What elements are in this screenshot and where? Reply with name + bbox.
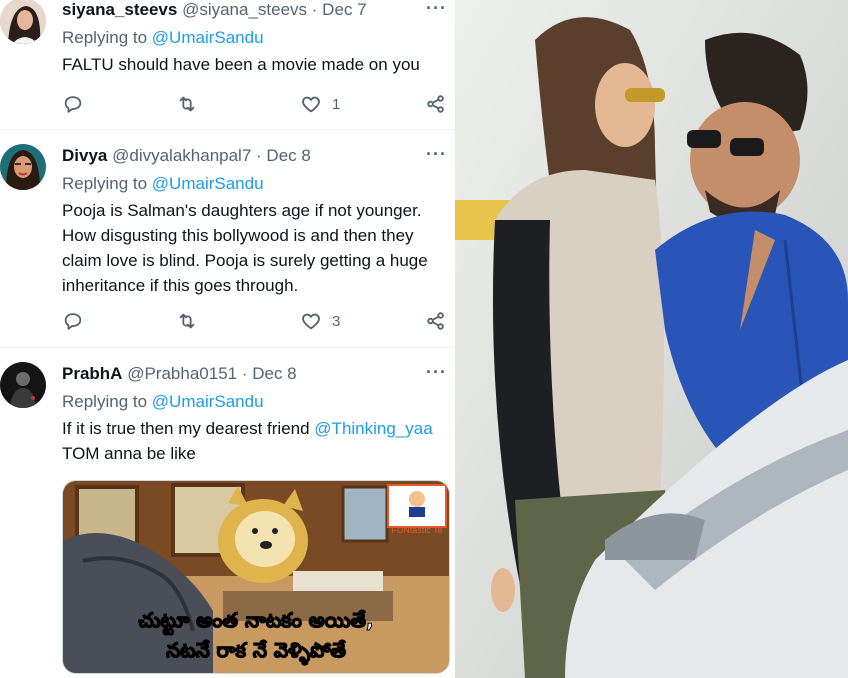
avatar[interactable] — [0, 362, 46, 408]
author-name[interactable]: siyana_steevs — [62, 0, 177, 19]
author-handle[interactable]: @siyana_steevs — [182, 0, 307, 19]
tweet-actions: 3 — [62, 309, 447, 333]
tweet-date[interactable]: · Dec 8 — [242, 364, 297, 383]
mention-link[interactable]: @Thinking_yaa — [314, 419, 432, 438]
tweet-text-line: How disgusting this bollywood is and the… — [62, 226, 414, 245]
tweet-text-line: TOM anna be like — [62, 444, 196, 463]
meme-caption-line1: చుట్టూ అంత నాటకం అయితే, — [138, 608, 373, 636]
avatar[interactable] — [0, 144, 46, 190]
avatar[interactable] — [0, 0, 46, 44]
tweet-divya[interactable]: Divya @divyalakhanpal7 · Dec 8 ··· Reply… — [0, 144, 455, 346]
tweet-text-line: claim love is blind. Pooja is surely get… — [62, 251, 428, 270]
tweet-date[interactable]: · Dec 8 — [256, 146, 311, 165]
replying-label: Replying to — [62, 392, 148, 411]
retweet-icon — [179, 96, 195, 112]
author-handle[interactable]: @divyalakhanpal7 — [112, 146, 251, 165]
share-button[interactable] — [425, 309, 447, 333]
reply-icon — [64, 96, 82, 113]
author-name[interactable]: Divya — [62, 146, 107, 165]
tweet-text: If it is true then my dearest friend @Th… — [62, 416, 447, 466]
reply-icon — [64, 313, 82, 330]
tweet-date[interactable]: · Dec 7 — [312, 0, 367, 19]
replying-to-link[interactable]: @UmairSandu — [152, 28, 264, 47]
more-options-icon[interactable]: ··· — [426, 362, 447, 383]
paparazzi-photo — [455, 0, 848, 678]
reply-button[interactable] — [62, 309, 84, 333]
meme-badge: FUNtastic Te — [391, 525, 442, 535]
tweet-text-line: Pooja is Salman's daughters age if not y… — [62, 201, 422, 220]
divider — [0, 129, 455, 130]
share-icon — [427, 312, 444, 330]
more-options-icon[interactable]: ··· — [426, 0, 447, 19]
like-count: 3 — [332, 312, 341, 330]
replying-to-link[interactable]: @UmairSandu — [152, 392, 264, 411]
tweet-text: Pooja is Salman's daughters age if not y… — [62, 198, 447, 298]
tweet-siyana[interactable]: siyana_steevs @siyana_steevs · Dec 7 ···… — [0, 0, 455, 125]
replying-label: Replying to — [62, 174, 148, 193]
tweet-actions: 1 — [62, 92, 447, 116]
replying-label: Replying to — [62, 28, 148, 47]
tweet-text-line: inheritance if this goes through. — [62, 276, 299, 295]
share-icon — [427, 95, 444, 113]
retweet-button[interactable] — [176, 92, 198, 116]
like-count: 1 — [332, 95, 341, 113]
share-button[interactable] — [425, 92, 447, 116]
photo-illustration — [455, 0, 848, 678]
author-name[interactable]: PrabhA — [62, 364, 122, 383]
reply-feed: siyana_steevs @siyana_steevs · Dec 7 ···… — [0, 0, 455, 678]
author-handle[interactable]: @Prabha0151 — [127, 364, 237, 383]
like-button[interactable]: 3 — [300, 309, 340, 333]
tweet-text-prefix: If it is true then my dearest friend — [62, 419, 310, 438]
meme-caption-line2: నటనే రాక నే వెళ్ళిపోతే — [166, 638, 346, 666]
replying-to-link[interactable]: @UmairSandu — [152, 174, 264, 193]
retweet-button[interactable] — [176, 309, 198, 333]
more-options-icon[interactable]: ··· — [426, 144, 447, 165]
like-icon — [302, 313, 320, 330]
reply-button[interactable] — [62, 92, 84, 116]
tweet-text: FALTU should have been a movie made on y… — [62, 55, 420, 74]
retweet-icon — [179, 313, 195, 329]
meme-illustration: FUNtastic Te చుట్టూ అంత నాటకం అయితే, నటన… — [63, 481, 449, 673]
like-button[interactable]: 1 — [300, 92, 340, 116]
divider — [0, 347, 455, 348]
like-icon — [302, 96, 320, 113]
meme-image[interactable]: FUNtastic Te చుట్టూ అంత నాటకం అయితే, నటన… — [62, 480, 450, 674]
